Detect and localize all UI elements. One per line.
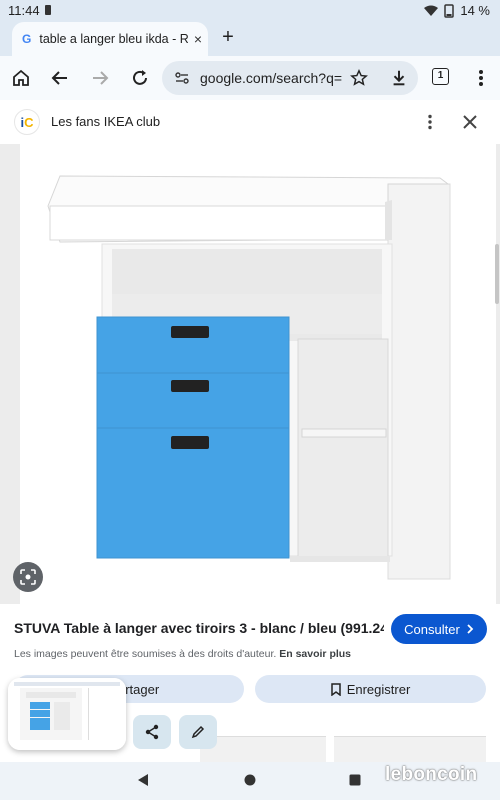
scrollbar[interactable]	[495, 244, 499, 304]
google-lens-icon[interactable]	[13, 562, 43, 592]
share-icon	[145, 724, 159, 740]
leboncoin-watermark: leboncoin	[385, 764, 478, 785]
related-image-thumb[interactable]	[200, 736, 326, 762]
url-text[interactable]: google.com/search?q=	[200, 70, 342, 86]
nav-recents-icon[interactable]	[349, 774, 361, 786]
wifi-icon	[424, 5, 439, 16]
google-favicon-icon: G	[22, 32, 32, 46]
reload-icon[interactable]	[129, 67, 151, 89]
source-name[interactable]: Les fans IKEA club	[51, 114, 160, 129]
save-button[interactable]: Enregistrer	[255, 675, 486, 703]
address-bar[interactable]: google.com/search?q=	[162, 61, 418, 95]
tab-switcher-button[interactable]: 1	[432, 68, 449, 85]
product-image[interactable]	[20, 144, 496, 604]
pencil-icon	[191, 725, 205, 739]
bookmark-icon	[330, 682, 341, 696]
status-bar: 11:44 14 %	[0, 0, 500, 22]
copyright-notice: Les images peuvent être soumises à des d…	[14, 648, 352, 660]
image-area	[0, 144, 500, 604]
source-logo: iC	[14, 109, 40, 135]
battery-small-icon	[45, 5, 51, 15]
chevron-right-icon	[467, 624, 474, 634]
battery-percent: 14 %	[460, 3, 490, 18]
related-image-thumb[interactable]	[334, 736, 486, 762]
tab-title: table a langer bleu ikda - Rech	[39, 32, 188, 46]
image-preview-panel: iC Les fans IKEA club STUVA Table à lang…	[0, 100, 500, 762]
screenshot-thumbnail	[8, 678, 126, 750]
browser-toolbar: google.com/search?q= 1	[0, 56, 500, 100]
result-title[interactable]: STUVA Table à langer avec tiroirs 3 - bl…	[14, 620, 384, 636]
status-time: 11:44	[8, 3, 40, 18]
bookmark-star-icon[interactable]	[348, 67, 370, 89]
visit-button[interactable]: Consulter	[391, 614, 487, 644]
new-tab-button[interactable]: +	[216, 26, 240, 49]
screenshot-preview[interactable]	[8, 678, 126, 750]
forward-icon[interactable]	[89, 67, 111, 89]
more-options-icon[interactable]	[427, 114, 433, 130]
source-row[interactable]: iC Les fans IKEA club	[0, 100, 500, 144]
nav-back-icon[interactable]	[137, 773, 149, 787]
learn-more-link[interactable]: En savoir plus	[279, 648, 351, 660]
screenshot-edit-button[interactable]	[179, 715, 217, 749]
save-button-label: Enregistrer	[346, 681, 411, 697]
changing-table-image	[47, 175, 451, 580]
screenshot-share-button[interactable]	[133, 715, 171, 749]
back-icon[interactable]	[49, 67, 71, 89]
tab-strip: G table a langer bleu ikda - Rech × +	[0, 22, 500, 56]
more-vert-icon[interactable]	[470, 67, 492, 89]
close-icon[interactable]	[463, 115, 477, 129]
nav-home-icon[interactable]	[244, 774, 256, 786]
download-icon[interactable]	[388, 67, 410, 89]
browser-tab[interactable]: G table a langer bleu ikda - Rech ×	[12, 22, 208, 56]
battery-icon	[444, 3, 455, 18]
visit-button-label: Consulter	[404, 621, 460, 637]
site-settings-icon[interactable]	[174, 70, 190, 86]
tab-close-icon[interactable]: ×	[188, 31, 208, 47]
home-icon[interactable]	[10, 67, 32, 89]
